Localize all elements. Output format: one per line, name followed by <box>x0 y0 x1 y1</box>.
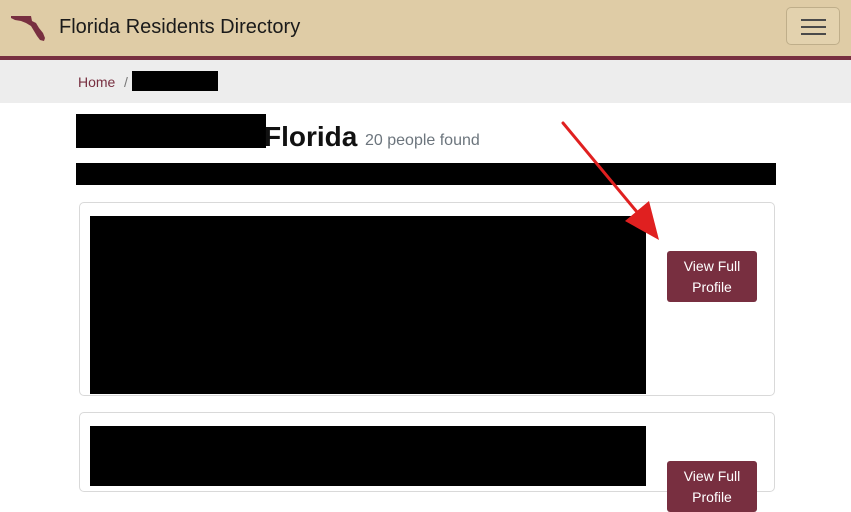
breadcrumb-home-link[interactable]: Home <box>78 73 115 91</box>
hamburger-menu-icon <box>801 19 826 21</box>
redacted-breadcrumb-current <box>132 71 218 91</box>
redacted-heading-prefix <box>76 114 266 148</box>
breadcrumb-separator: / <box>124 74 128 90</box>
florida-state-shape-icon[interactable] <box>10 12 50 42</box>
hamburger-menu-icon-bar <box>801 26 826 28</box>
redacted-person-details <box>90 426 646 486</box>
view-full-profile-button[interactable]: View Full Profile <box>667 461 757 512</box>
results-count: 20 people found <box>365 132 480 149</box>
view-full-profile-button[interactable]: View Full Profile <box>667 251 757 302</box>
page-title: Florida <box>264 121 358 152</box>
hamburger-menu-icon-bar <box>801 33 826 35</box>
result-card: View Full Profile <box>79 412 775 512</box>
navbar: Florida Residents Directory <box>0 0 851 60</box>
red-arrow-icon <box>561 121 659 240</box>
breadcrumb: Home / <box>0 60 851 103</box>
site-title[interactable]: Florida Residents Directory <box>59 15 300 39</box>
menu-toggle-button[interactable] <box>786 7 840 45</box>
